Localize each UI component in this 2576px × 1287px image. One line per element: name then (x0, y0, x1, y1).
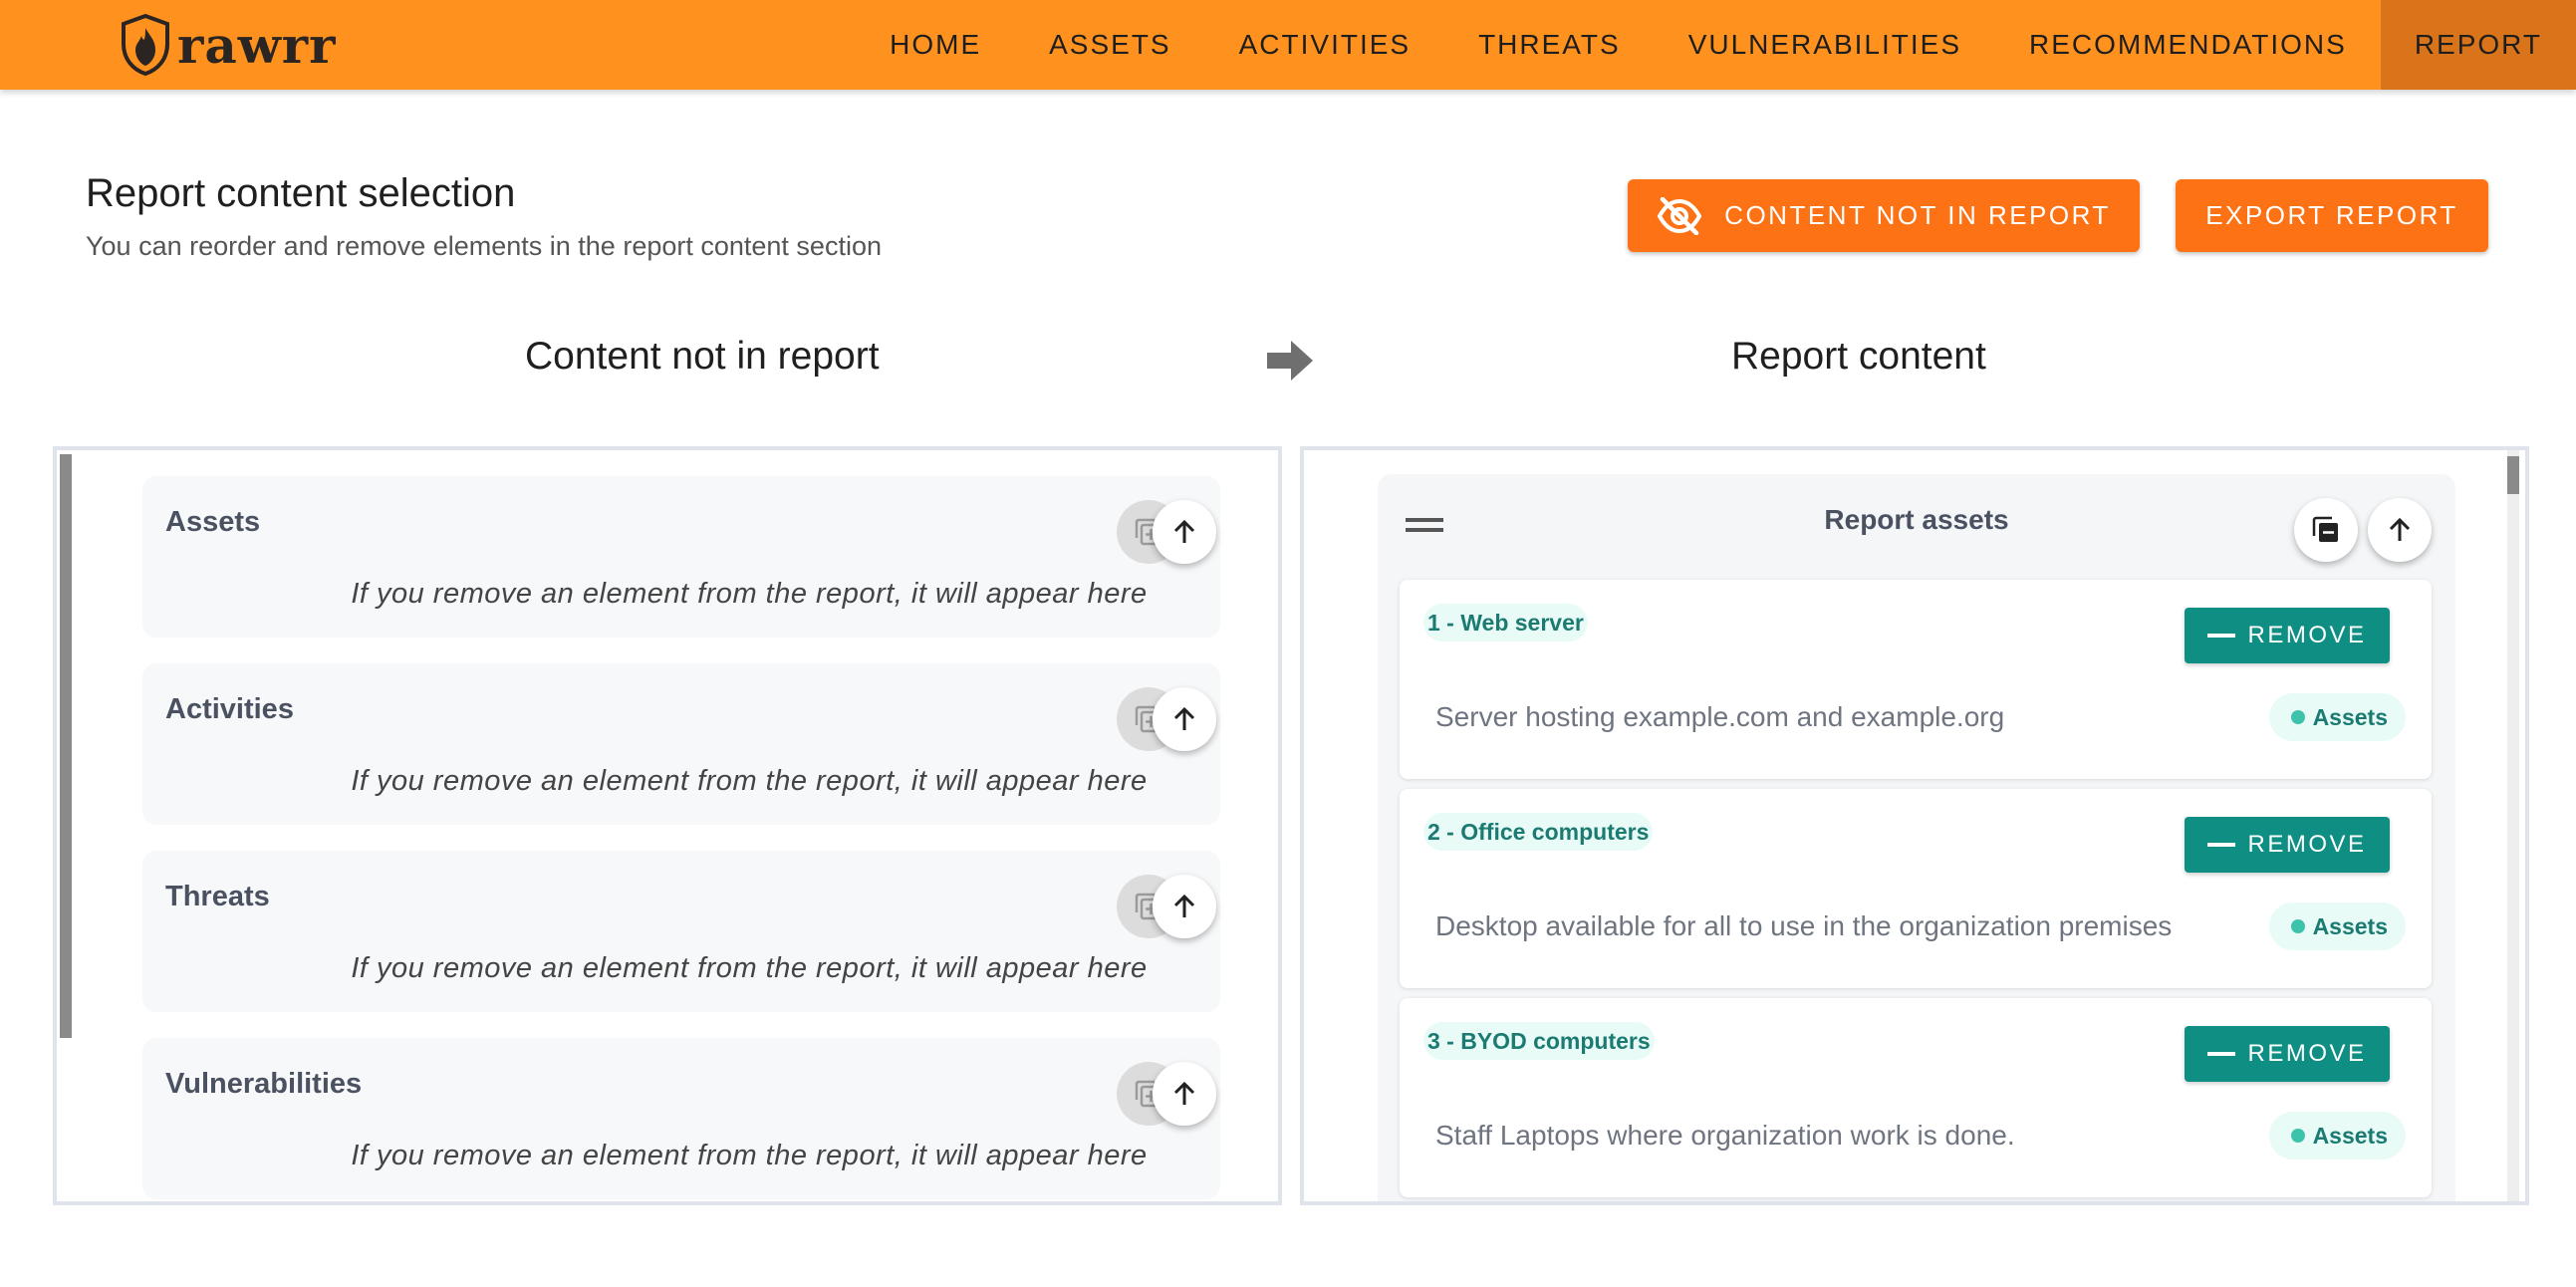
right-scrollbar[interactable] (2507, 456, 2519, 494)
nav-vulnerabilities[interactable]: VULNERABILITIES (1655, 0, 1995, 90)
section-title: Activities (165, 693, 294, 725)
empty-message: If you remove an element from the report… (351, 765, 1148, 797)
right-scrollbar-track (2507, 450, 2519, 1201)
section-activities: Activities If you remove an element from… (142, 663, 1220, 825)
report-assets-section: Report assets 1 - Web server REMOVE Serv… (1378, 474, 2455, 1201)
section-threats: Threats If you remove an element from th… (142, 851, 1220, 1012)
nav-activities[interactable]: ACTIVITIES (1205, 0, 1444, 90)
eye-off-icon (1657, 196, 1702, 235)
empty-message: If you remove an element from the report… (351, 1140, 1148, 1171)
item-description: Staff Laptops where organization work is… (1435, 1120, 2015, 1151)
content-not-in-report-label: CONTENT NOT IN REPORT (1724, 200, 2111, 230)
minus-icon (2207, 1052, 2236, 1056)
move-up-button[interactable] (1153, 1062, 1216, 1126)
badge-label: Assets (2312, 1122, 2388, 1149)
report-item: 2 - Office computers REMOVE Desktop avai… (1400, 789, 2432, 988)
item-tag: 3 - BYOD computers (1423, 1022, 1655, 1060)
item-tag: 1 - Web server (1423, 604, 1588, 642)
remove-button[interactable]: REMOVE (2185, 817, 2390, 873)
badge-label: Assets (2312, 703, 2388, 730)
top-navbar: rawrr HOME ASSETS ACTIVITIES THREATS VUL… (0, 0, 2576, 90)
badge-label: Assets (2312, 912, 2388, 939)
report-content-panel: Report assets 1 - Web server REMOVE Serv… (1300, 446, 2529, 1205)
left-column-title: Content not in report (525, 335, 880, 378)
arrow-up-icon (1173, 894, 1195, 917)
remove-button[interactable]: REMOVE (2185, 608, 2390, 663)
nav-threats[interactable]: THREATS (1444, 0, 1655, 90)
arrow-up-icon (2389, 517, 2411, 541)
section-vulnerabilities: Vulnerabilities If you remove an element… (142, 1038, 1220, 1199)
right-column-title: Report content (1731, 335, 1986, 378)
arrow-right-icon (1267, 341, 1313, 381)
empty-message: If you remove an element from the report… (351, 578, 1148, 610)
content-not-in-report-panel: Assets If you remove an element from the… (53, 446, 1282, 1205)
report-item: 3 - BYOD computers REMOVE Staff Laptops … (1400, 998, 2432, 1197)
move-up-button[interactable] (2368, 498, 2432, 562)
copy-icon (2312, 516, 2338, 542)
app-logo[interactable]: rawrr (120, 12, 336, 78)
export-report-button[interactable]: EXPORT REPORT (2176, 179, 2488, 252)
app-name: rawrr (177, 15, 337, 75)
item-tag: 2 - Office computers (1423, 813, 1654, 851)
item-description: Desktop available for all to use in the … (1435, 910, 2173, 941)
remove-label: REMOVE (2247, 1040, 2367, 1067)
category-badge: Assets (2268, 902, 2406, 950)
arrow-up-icon (1173, 706, 1195, 730)
remove-button[interactable]: REMOVE (2185, 1026, 2390, 1082)
arrow-up-icon (1173, 519, 1195, 543)
remove-label: REMOVE (2247, 831, 2367, 858)
left-scrollbar[interactable] (60, 454, 72, 1038)
category-badge: Assets (2268, 693, 2406, 741)
section-title: Assets (165, 506, 261, 538)
move-up-button[interactable] (1153, 500, 1216, 564)
page-title: Report content selection (86, 171, 516, 215)
section-title: Vulnerabilities (165, 1068, 363, 1100)
move-up-button[interactable] (1153, 687, 1216, 751)
nav-home[interactable]: HOME (856, 0, 1015, 90)
nav-report[interactable]: REPORT (2380, 0, 2576, 90)
move-up-button[interactable] (1153, 875, 1216, 938)
dot-icon (2290, 1129, 2305, 1143)
category-badge: Assets (2268, 1112, 2406, 1159)
page-subtitle: You can reorder and remove elements in t… (86, 231, 882, 261)
section-title: Threats (165, 881, 270, 912)
minus-icon (2207, 843, 2236, 847)
section-assets: Assets If you remove an element from the… (142, 476, 1220, 638)
dot-icon (2290, 710, 2305, 724)
arrow-up-icon (1173, 1081, 1195, 1105)
nav-recommendations[interactable]: RECOMMENDATIONS (1995, 0, 2381, 90)
item-description: Server hosting example.com and example.o… (1435, 701, 2005, 732)
report-item: 1 - Web server REMOVE Server hosting exa… (1400, 580, 2432, 779)
nav-assets[interactable]: ASSETS (1015, 0, 1204, 90)
minus-icon (2207, 634, 2236, 638)
remove-label: REMOVE (2247, 622, 2367, 648)
copy-button[interactable] (2294, 498, 2358, 562)
dot-icon (2290, 919, 2305, 933)
shield-logo-icon (122, 14, 169, 76)
empty-message: If you remove an element from the report… (351, 952, 1148, 984)
content-not-in-report-button[interactable]: CONTENT NOT IN REPORT (1628, 179, 2140, 252)
nav-menu: HOME ASSETS ACTIVITIES THREATS VULNERABI… (856, 0, 2576, 90)
